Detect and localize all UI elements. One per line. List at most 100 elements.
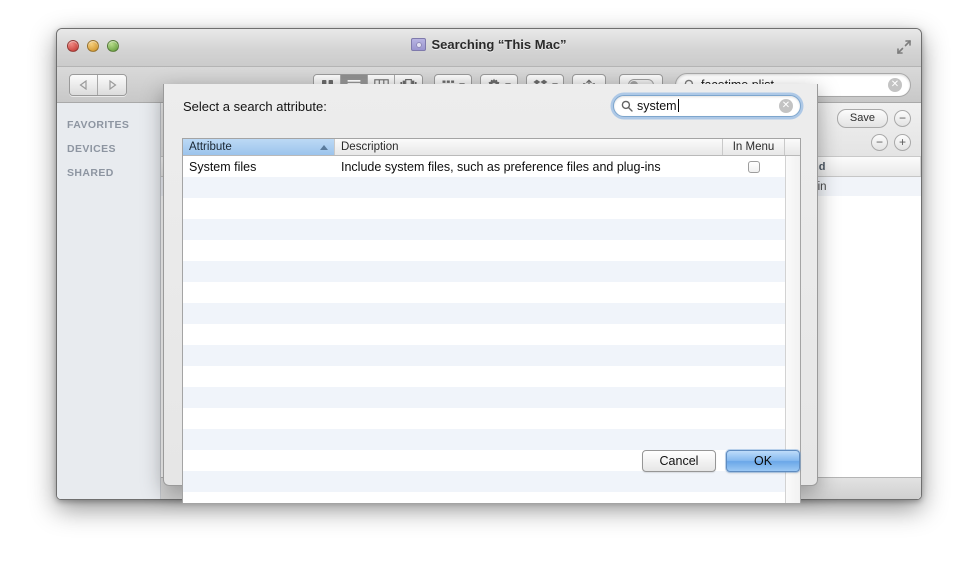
cell-description bbox=[335, 261, 723, 282]
cell-in-menu bbox=[723, 492, 785, 503]
cell-attribute bbox=[183, 177, 335, 198]
cell-attribute bbox=[183, 408, 335, 429]
traffic-light-group bbox=[67, 40, 119, 52]
cell-attribute bbox=[183, 366, 335, 387]
back-button[interactable] bbox=[70, 75, 98, 95]
ok-button[interactable]: OK bbox=[726, 450, 800, 472]
cell-description: Include system files, such as preference… bbox=[341, 159, 661, 174]
cell-attribute bbox=[183, 492, 335, 503]
dialog-prompt: Select a search attribute: bbox=[183, 99, 327, 114]
cell-in-menu bbox=[723, 156, 785, 177]
table-row bbox=[183, 240, 800, 261]
cell-attribute bbox=[183, 198, 335, 219]
cell-in-menu bbox=[723, 345, 785, 366]
attribute-table-header: Attribute Description In Menu bbox=[183, 139, 800, 156]
dialog-button-row: Cancel OK bbox=[642, 450, 800, 472]
table-row bbox=[183, 324, 800, 345]
cancel-button[interactable]: Cancel bbox=[642, 450, 716, 472]
folder-search-icon bbox=[411, 38, 427, 51]
table-row bbox=[183, 492, 800, 503]
cell-in-menu bbox=[723, 429, 785, 450]
cell-description bbox=[335, 240, 723, 261]
cell-description bbox=[335, 303, 723, 324]
cell-description bbox=[335, 324, 723, 345]
cell-attribute bbox=[183, 324, 335, 345]
cell-description bbox=[335, 282, 723, 303]
cell-attribute bbox=[183, 345, 335, 366]
cell-in-menu bbox=[723, 408, 785, 429]
cell-attribute bbox=[183, 471, 335, 492]
column-header-attribute[interactable]: Attribute bbox=[183, 139, 335, 155]
cell-attribute bbox=[183, 219, 335, 240]
cell-in-menu bbox=[723, 261, 785, 282]
cell-description bbox=[335, 345, 723, 366]
dialog-header: Select a search attribute: system ✕ bbox=[164, 84, 817, 132]
sort-ascending-icon bbox=[320, 145, 328, 150]
minimize-button[interactable] bbox=[87, 40, 99, 52]
save-search-button[interactable]: Save bbox=[836, 108, 888, 128]
cell-in-menu bbox=[723, 324, 785, 345]
table-row bbox=[183, 282, 800, 303]
cell-attribute bbox=[183, 261, 335, 282]
cell-attribute bbox=[183, 240, 335, 261]
column-header-attribute-label: Attribute bbox=[189, 141, 232, 153]
clear-circle-icon[interactable]: ✕ bbox=[779, 99, 793, 113]
table-row[interactable]: System files Include system files, such a… bbox=[183, 156, 800, 177]
cell-in-menu bbox=[723, 219, 785, 240]
forward-button[interactable] bbox=[98, 75, 126, 95]
cell-in-menu bbox=[723, 471, 785, 492]
search-attribute-dialog: Select a search attribute: system ✕ Attr… bbox=[163, 84, 818, 504]
table-row bbox=[183, 177, 800, 198]
column-header-description[interactable]: Description bbox=[335, 139, 723, 155]
text-cursor bbox=[677, 99, 679, 112]
table-row bbox=[183, 345, 800, 366]
cell-description bbox=[335, 387, 723, 408]
cell-in-menu bbox=[723, 240, 785, 261]
sidebar-section-shared[interactable]: SHARED bbox=[57, 161, 160, 185]
cell-description bbox=[335, 366, 723, 387]
add-criteria-button[interactable]: + bbox=[894, 133, 911, 151]
minus-circle-icon[interactable]: − bbox=[894, 109, 911, 127]
table-row bbox=[183, 387, 800, 408]
fullscreen-expand-icon[interactable] bbox=[896, 39, 912, 55]
cell-attribute: System files bbox=[189, 159, 257, 174]
finder-sidebar: FAVORITES DEVICES SHARED bbox=[57, 103, 161, 499]
table-row bbox=[183, 471, 800, 492]
magnifier-icon bbox=[621, 100, 633, 112]
cell-description bbox=[335, 408, 723, 429]
cell-description bbox=[335, 429, 723, 450]
cell-description bbox=[335, 471, 723, 492]
in-menu-checkbox[interactable] bbox=[748, 160, 760, 173]
cell-in-menu bbox=[723, 303, 785, 324]
cell-description bbox=[335, 177, 723, 198]
table-row bbox=[183, 219, 800, 240]
window-title-group: Searching “This Mac” bbox=[57, 37, 921, 52]
clear-circle-icon[interactable]: ✕ bbox=[888, 78, 902, 92]
column-header-in-menu[interactable]: In Menu bbox=[723, 139, 785, 155]
table-row bbox=[183, 198, 800, 219]
table-row bbox=[183, 408, 800, 429]
table-row bbox=[183, 261, 800, 282]
cell-description bbox=[335, 492, 723, 503]
zoom-button[interactable] bbox=[107, 40, 119, 52]
cell-description bbox=[335, 219, 723, 240]
screen-root: Searching “This Mac” ✕ FAVORITES DEVICES… bbox=[0, 0, 979, 582]
dialog-search-value: system bbox=[637, 99, 677, 113]
window-titlebar: Searching “This Mac” bbox=[57, 29, 921, 67]
cell-attribute bbox=[183, 387, 335, 408]
cell-attribute bbox=[183, 303, 335, 324]
cell-in-menu bbox=[723, 177, 785, 198]
table-row bbox=[183, 366, 800, 387]
cell-description bbox=[335, 198, 723, 219]
sidebar-section-favorites[interactable]: FAVORITES bbox=[57, 113, 160, 137]
window-title: Searching “This Mac” bbox=[431, 37, 567, 52]
close-button[interactable] bbox=[67, 40, 79, 52]
cell-attribute bbox=[183, 429, 335, 450]
dialog-search-value-wrap: system bbox=[637, 99, 775, 113]
remove-criteria-button[interactable]: − bbox=[871, 133, 888, 151]
cell-in-menu bbox=[723, 282, 785, 303]
cell-attribute bbox=[183, 282, 335, 303]
dialog-search-field[interactable]: system ✕ bbox=[613, 95, 801, 117]
cell-in-menu bbox=[723, 387, 785, 408]
sidebar-section-devices[interactable]: DEVICES bbox=[57, 137, 160, 161]
